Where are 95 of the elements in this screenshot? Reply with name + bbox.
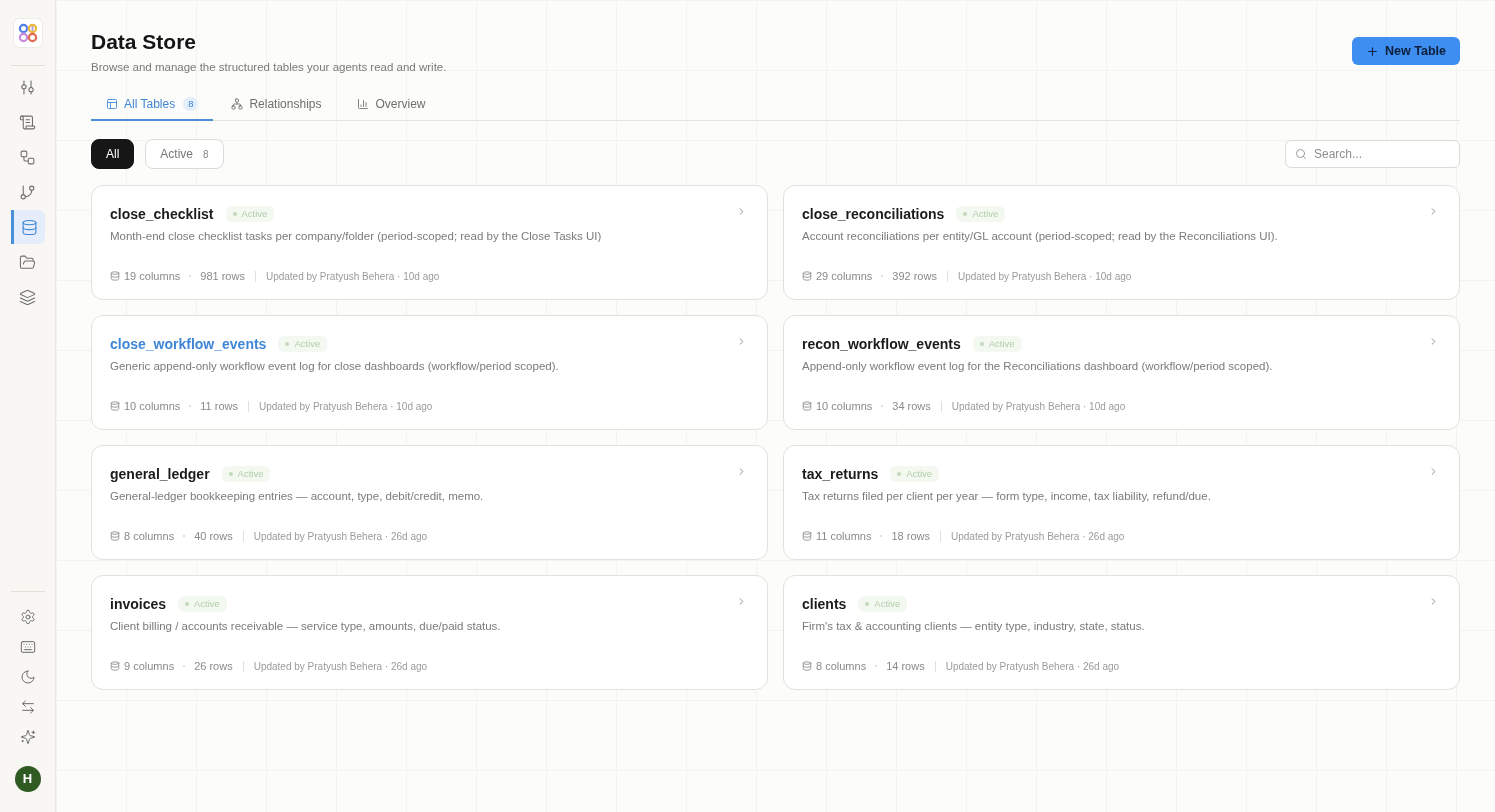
status-badge: Active (890, 466, 940, 482)
table-name[interactable]: invoices (110, 593, 167, 615)
layers-icon (19, 288, 36, 306)
table-name[interactable]: clients (802, 593, 847, 615)
tab[interactable]: Relationships (213, 89, 340, 121)
tab[interactable]: Overview (339, 89, 444, 121)
hierarchy-icon (231, 98, 244, 110)
database-icon (802, 661, 812, 671)
table-card[interactable]: general_ledger Active General-ledger bookkeeping entries — account, type, debit/credit, memo. 8 columns 40 rows Updated by Pratyush Behera · 26d ago (91, 445, 768, 560)
table-description: Client billing / accounts receivable — service type, amounts, due/paid status. (110, 619, 502, 634)
scroll-icon (19, 113, 36, 131)
table-description: Month-end close checklist tasks per company/folder (period-scoped; read by the Close Tasks UI) (110, 229, 603, 244)
row-count: 981 rows (200, 268, 245, 284)
table-card[interactable]: close_checklist Active Month-end close checklist tasks per company/folder (period-scoped; read by the Close Tasks UI) 19 columns 981 rows Updated by Pratyush Behera · 10d ago (91, 185, 768, 300)
column-count: 11 columns (816, 528, 872, 544)
row-count: 34 rows (892, 398, 931, 414)
column-count: 8 columns (816, 658, 867, 674)
column-count: 10 columns (124, 398, 181, 414)
updated-info: Updated by Pratyush Behera · 26d ago (945, 659, 1120, 674)
row-count: 11 rows (200, 398, 238, 414)
database-icon (110, 401, 120, 411)
status-badge: Active (956, 206, 1006, 222)
status-badge: Active (972, 336, 1022, 352)
column-count: 9 columns (124, 658, 175, 674)
table-name[interactable]: close_workflow_events (110, 333, 267, 355)
table-description: Generic append-only workflow event log for close dashboards (workflow/period scoped). (110, 359, 560, 374)
updated-info: Updated by Pratyush Behera · 10d ago (957, 269, 1132, 284)
table-card[interactable]: recon_workflow_events Active Append-only workflow event log for the Reconciliations dashboard (workflow/period scoped). 10 columns 34 rows Updated by Pratyush Behera · 10d ago (783, 315, 1460, 430)
database-icon (110, 271, 120, 281)
column-count: 19 columns (124, 268, 181, 284)
database-icon (802, 271, 812, 281)
table-name[interactable]: tax_returns (802, 463, 879, 485)
updated-info: Updated by Pratyush Behera · 10d ago (951, 399, 1126, 414)
table-description: Firm's tax & accounting clients — entity type, industry, state, status. (802, 619, 1146, 634)
filter-chip[interactable]: Active 8 (145, 139, 224, 169)
table-icon (106, 98, 118, 110)
row-count: 14 rows (886, 658, 925, 674)
row-count: 392 rows (892, 268, 937, 284)
branch-icon (19, 183, 36, 201)
column-count: 8 columns (124, 528, 175, 544)
moon-icon (19, 669, 36, 685)
status-badge: Active (278, 336, 328, 352)
table-card[interactable]: close_reconciliations Active Account reconciliations per entity/GL account (period-scoped; read by the Reconciliations UI). 29 columns 392 rows Updated by Pratyush Behera · 10d ago (783, 185, 1460, 300)
table-card[interactable]: clients Active Firm's tax & accounting clients — entity type, industry, state, status. 8 columns 14 rows Updated by Pratyush Behera · 26d ago (783, 575, 1460, 690)
table-name[interactable]: general_ledger (110, 463, 210, 485)
database-icon (20, 218, 38, 236)
count-label: 8 (203, 147, 209, 162)
sliders-icon (19, 78, 36, 96)
database-icon (802, 401, 812, 411)
table-card[interactable]: close_workflow_events Active Generic append-only workflow event log for close dashboards (workflow/period scoped). 10 columns 11 rows Updated by Pratyush Behera · 10d ago (91, 315, 768, 430)
status-badge: Active (178, 596, 227, 612)
sparkles-icon (19, 729, 36, 745)
keyboard-icon (19, 639, 36, 655)
settings-icon (19, 609, 36, 625)
status-badge: Active (225, 206, 275, 222)
search-icon (1295, 148, 1307, 160)
table-name[interactable]: close_reconciliations (802, 203, 945, 225)
table-description: Account reconciliations per entity/GL account (period-scoped; read by the Reconciliations UI). (802, 229, 1279, 244)
filter-chip[interactable]: All (91, 139, 135, 169)
row-count: 40 rows (194, 528, 233, 544)
database-icon (110, 661, 120, 671)
logo-icon[interactable] (12, 18, 43, 48)
table-description: Append-only workflow event log for the Reconciliations dashboard (workflow/period scoped). (802, 359, 1274, 374)
status-badge: Active (858, 596, 908, 612)
table-name[interactable]: recon_workflow_events (802, 333, 961, 355)
column-count: 10 columns (816, 398, 873, 414)
column-count: 29 columns (816, 268, 873, 284)
arrows-icon (19, 699, 36, 715)
database-icon (110, 531, 120, 541)
bar-chart-icon (357, 98, 370, 110)
row-count: 26 rows (194, 658, 233, 674)
updated-info: Updated by Pratyush Behera · 10d ago (258, 399, 433, 414)
status-badge: Active (221, 466, 271, 482)
page-title: Data Store (91, 29, 198, 55)
folder-icon (19, 253, 36, 271)
page-subtitle: Browse and manage the structured tables your agents read and write. (91, 60, 447, 75)
updated-info: Updated by Pratyush Behera · 26d ago (253, 529, 428, 544)
new-table-button[interactable]: New Table (1352, 37, 1460, 65)
user-avatar[interactable]: H (14, 766, 41, 792)
row-count: 18 rows (891, 528, 930, 544)
table-name[interactable]: close_checklist (110, 203, 214, 225)
table-card[interactable]: tax_returns Active Tax returns filed per client per year — form type, income, tax liability, refund/due. 11 columns 18 rows Updated by Pratyush Behera · 26d ago (783, 445, 1460, 560)
table-description: General-ledger bookkeeping entries — account, type, debit/credit, memo. (110, 489, 485, 504)
updated-info: Updated by Pratyush Behera · 10d ago (265, 269, 440, 284)
workflow-icon (19, 148, 36, 166)
updated-info: Updated by Pratyush Behera · 26d ago (950, 529, 1125, 544)
plus-icon (1366, 44, 1380, 58)
search-field[interactable]: Search... (1285, 140, 1460, 168)
tab[interactable]: All Tables 8 (91, 89, 214, 121)
sidebar-item[interactable] (10, 210, 45, 244)
updated-info: Updated by Pratyush Behera · 26d ago (253, 659, 428, 674)
table-card[interactable]: invoices Active Client billing / accounts receivable — service type, amounts, due/paid status. 9 columns 26 rows Updated by Pratyush Behera · 26d ago (91, 575, 768, 690)
count-badge: 8 (183, 97, 199, 111)
table-description: Tax returns filed per client per year — form type, income, tax liability, refund/due. (802, 489, 1212, 504)
database-icon (802, 531, 812, 541)
